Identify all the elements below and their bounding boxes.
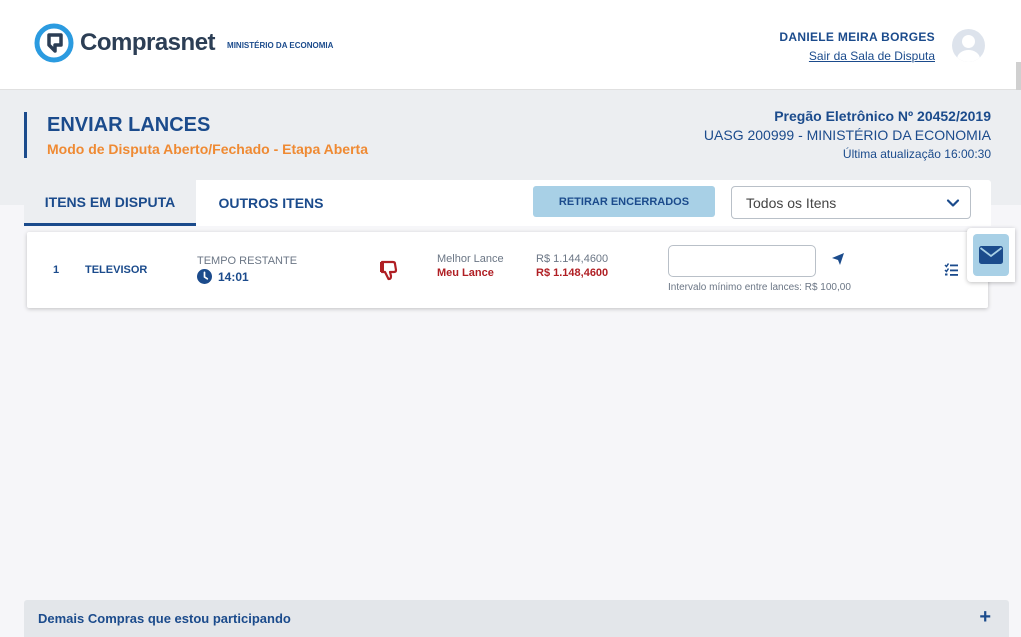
expand-plus-icon[interactable]: +	[979, 606, 991, 629]
top-header: Comprasnet MINISTÉRIO DA ECONOMIA DANIEL…	[0, 0, 1021, 90]
page-title: ENVIAR LANCES	[47, 114, 211, 136]
clock-icon	[197, 269, 212, 284]
time-remaining: 14:01	[197, 269, 249, 284]
other-purchases-label: Demais Compras que estou participando	[38, 611, 291, 626]
items-filter-value: Todos os Itens	[746, 194, 837, 211]
other-purchases-accordion[interactable]: Demais Compras que estou participando +	[24, 600, 1009, 637]
time-remaining-label: TEMPO RESTANTE	[197, 255, 298, 267]
user-name: DANIELE MEIRA BORGES	[779, 30, 935, 44]
last-update-label: Última atualização 16:00:30	[842, 147, 991, 161]
bid-value-input[interactable]	[668, 245, 816, 277]
lance-labels: Melhor Lance Meu Lance	[437, 253, 504, 279]
dispute-item-row: 1 TELEVISOR TEMPO RESTANTE 14:01 Melhor …	[27, 232, 988, 308]
comprasnet-logo-icon	[34, 23, 74, 63]
best-bid-label: Melhor Lance	[437, 253, 504, 265]
mail-icon	[979, 246, 1003, 264]
retirar-encerrados-button[interactable]: RETIRAR ENCERRADOS	[533, 186, 715, 217]
ministry-label: MINISTÉRIO DA ECONOMIA	[227, 40, 334, 50]
thumbs-down-icon	[380, 260, 398, 281]
user-avatar-icon[interactable]	[952, 29, 985, 62]
comprasnet-logo[interactable]: Comprasnet MINISTÉRIO DA ECONOMIA	[32, 21, 333, 65]
page-scrollbar[interactable]	[1016, 62, 1021, 90]
page-title-block: ENVIAR LANCES Modo de Disputa Aberto/Fec…	[24, 112, 368, 158]
pregao-info: Pregão Eletrônico Nº 20452/2019 UASG 200…	[704, 108, 991, 161]
tab-itens-em-disputa[interactable]: ITENS EM DISPUTA	[24, 180, 196, 226]
pregao-number: Pregão Eletrônico Nº 20452/2019	[774, 108, 991, 124]
time-remaining-value: 14:01	[218, 269, 249, 284]
tabs-bar: ITENS EM DISPUTA OUTROS ITENS RETIRAR EN…	[24, 180, 991, 226]
messages-button-inner	[973, 234, 1009, 276]
send-icon[interactable]	[831, 252, 845, 266]
my-bid-label: Meu Lance	[437, 267, 494, 279]
chevron-down-icon	[946, 199, 960, 207]
item-number: 1	[53, 264, 60, 276]
list-check-icon[interactable]	[944, 262, 959, 277]
messages-button[interactable]	[967, 228, 1015, 282]
minimum-interval-text: Intervalo mínimo entre lances: R$ 100,00	[668, 282, 851, 293]
my-bid-value: R$ 1.148,4600	[536, 267, 609, 279]
lance-values: R$ 1.144,4600 R$ 1.148,4600	[536, 253, 608, 279]
uasg-label: UASG 200999 - MINISTÉRIO DA ECONOMIA	[703, 127, 991, 143]
best-bid-value: R$ 1.144,4600	[536, 253, 609, 265]
brand-name: Comprasnet	[80, 29, 216, 56]
dispute-mode-subtitle: Modo de Disputa Aberto/Fechado - Etapa A…	[47, 141, 368, 157]
tab-outros-itens[interactable]: OUTROS ITENS	[196, 180, 346, 226]
exit-dispute-room-link[interactable]: Sair da Sala de Disputa	[779, 49, 935, 63]
user-block: DANIELE MEIRA BORGES Sair da Sala de Dis…	[779, 30, 935, 63]
items-filter-select[interactable]: Todos os Itens	[731, 186, 971, 219]
item-name: TELEVISOR	[85, 264, 148, 276]
